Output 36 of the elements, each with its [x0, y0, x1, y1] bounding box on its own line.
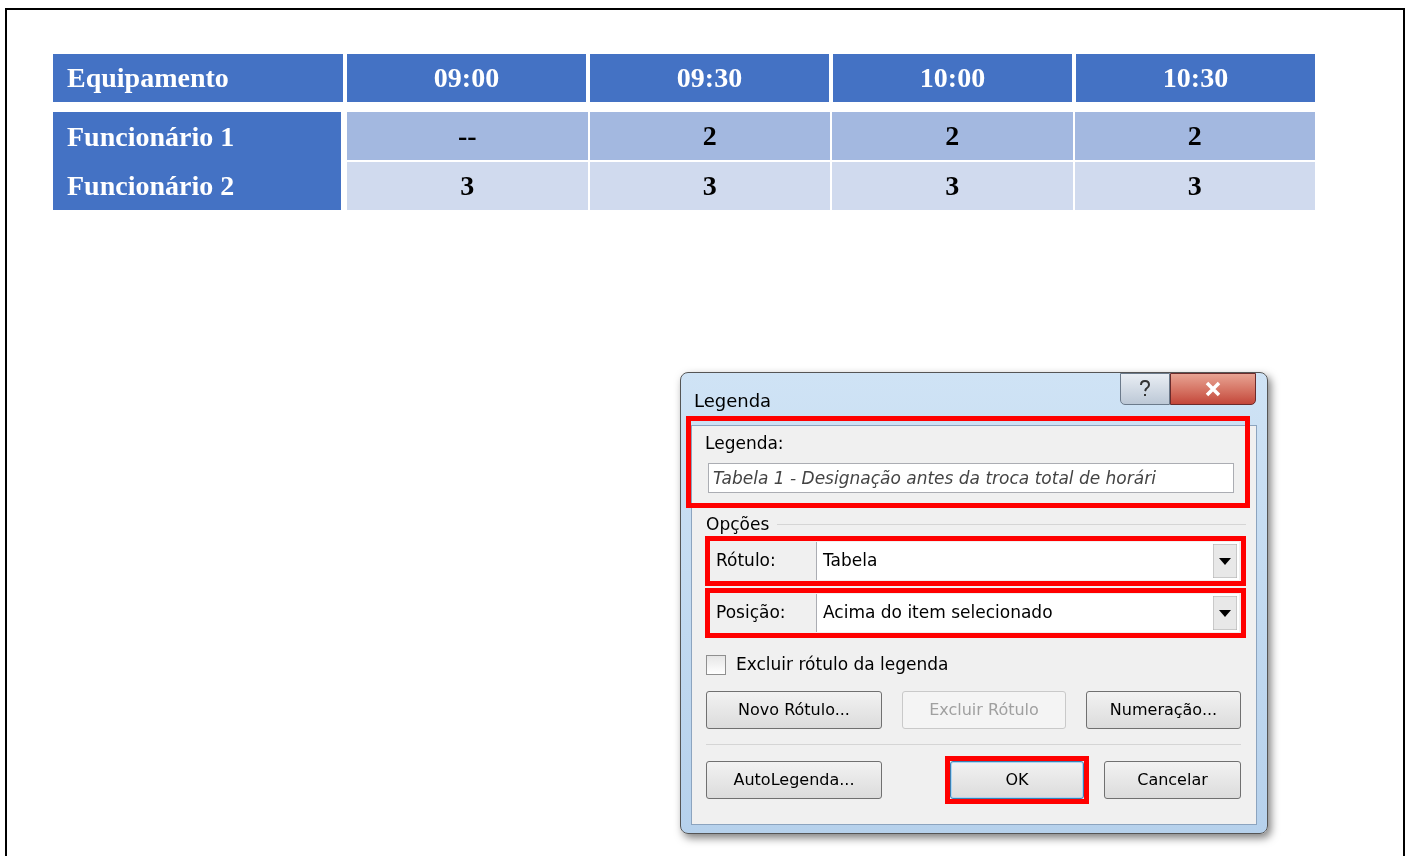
checkbox[interactable] — [706, 654, 726, 675]
options-label: Opções — [706, 513, 770, 536]
dialog-button[interactable]: Numeração... — [1086, 691, 1241, 729]
dropdown-arrow-icon — [1213, 596, 1237, 630]
table-cell: -- — [347, 112, 588, 160]
select-label: Posição: — [716, 601, 787, 625]
table-cell: 3 — [1074, 162, 1315, 210]
close-icon — [1204, 381, 1222, 397]
caption-input[interactable]: Tabela 1 - Designação antes da troca total de horári — [708, 462, 1234, 493]
table-cell: 2 — [1074, 112, 1315, 160]
dialog-button[interactable]: Novo Rótulo... — [706, 691, 882, 729]
select-label: Rótulo: — [716, 549, 777, 573]
dialog-button[interactable]: OK — [950, 761, 1084, 799]
table-cell: 3 — [832, 162, 1073, 210]
checkbox-label: Excluir rótulo da legenda — [736, 653, 949, 676]
table-cell: 3 — [347, 162, 588, 210]
table-header-cell: 10:30 — [1076, 54, 1315, 102]
dialog-title: Legenda — [694, 389, 772, 413]
caption-label: Legenda: — [705, 432, 785, 455]
help-icon — [1139, 380, 1151, 398]
close-button[interactable] — [1170, 373, 1256, 405]
table-header-cell: Equipamento — [53, 54, 343, 102]
dropdown-arrow-icon — [1213, 544, 1237, 578]
dialog-button[interactable]: AutoLegenda... — [706, 761, 882, 799]
table-cell: 2 — [589, 112, 830, 160]
row-label: Funcionário 1 — [67, 119, 236, 154]
table-cell: 2 — [832, 112, 1073, 160]
table-header-cell: 09:00 — [347, 54, 586, 102]
table-header-cell: 10:00 — [833, 54, 1072, 102]
table-header-cell: 09:30 — [590, 54, 829, 102]
dropdown-select[interactable]: Acima do item selecionado — [816, 594, 1239, 632]
row-label: Funcionário 2 — [67, 168, 236, 203]
dialog-button[interactable]: Cancelar — [1104, 761, 1241, 799]
help-button[interactable] — [1120, 373, 1170, 405]
dropdown-select[interactable]: Tabela — [816, 542, 1239, 580]
table-cell: 3 — [589, 162, 830, 210]
